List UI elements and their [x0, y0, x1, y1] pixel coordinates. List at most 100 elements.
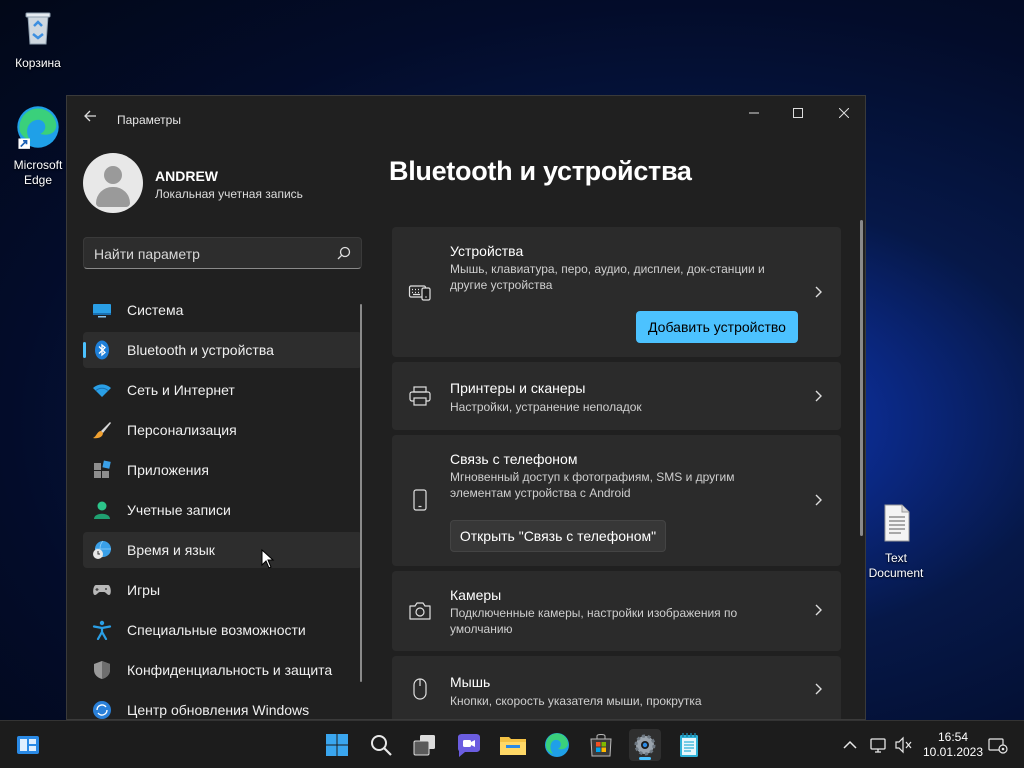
system-icon — [93, 304, 111, 318]
search-icon[interactable] — [337, 246, 351, 260]
card-mouse[interactable]: Мышь Кнопки, скорость указателя мыши, пр… — [392, 656, 841, 719]
mouse-icon — [413, 678, 427, 700]
clock-date: 10.01.2023 — [922, 745, 984, 759]
close-icon — [838, 107, 850, 119]
search-button[interactable] — [365, 729, 397, 761]
sidebar-item-accounts[interactable]: Учетные записи — [83, 492, 362, 528]
close-button[interactable] — [821, 98, 865, 128]
store-button[interactable] — [585, 729, 617, 761]
clock[interactable]: 16:54 10.01.2023 — [920, 730, 986, 760]
sidebar-item-label: Центр обновления Windows — [127, 702, 310, 718]
folder-icon — [500, 737, 526, 755]
keyboard-device-icon — [408, 285, 431, 301]
account-type: Локальная учетная запись — [155, 187, 303, 201]
desktop-icon-text-document[interactable]: Text Document — [861, 503, 931, 581]
sidebar-item-label: Система — [127, 302, 184, 318]
minimize-icon — [749, 112, 759, 114]
mouse-cursor-icon — [261, 549, 275, 569]
card-title: Связь с телефоном — [450, 451, 578, 467]
card-title: Устройства — [450, 243, 524, 259]
open-phone-link-button[interactable]: Открыть "Связь с телефоном" — [450, 520, 666, 552]
sidebar-item-accessibility[interactable]: Специальные возможности — [83, 612, 362, 648]
sidebar-item-system[interactable]: Система — [83, 292, 362, 328]
add-device-button[interactable]: Добавить устройство — [636, 311, 798, 343]
chevron-right-icon — [815, 683, 822, 695]
running-indicator — [639, 757, 651, 760]
desktop-icon-edge[interactable]: Microsoft Edge — [3, 104, 73, 188]
time-language-icon — [93, 540, 111, 559]
search-box[interactable] — [83, 237, 362, 269]
sidebar-item-label: Bluetooth и устройства — [127, 342, 274, 358]
store-icon — [590, 734, 612, 757]
settings-taskbar-button[interactable] — [629, 729, 661, 761]
windows-logo-icon — [326, 734, 348, 756]
card-devices[interactable]: Устройства Мышь, клавиатура, перо, аудио… — [392, 227, 841, 357]
arrow-left-icon — [84, 110, 96, 122]
search-input[interactable] — [94, 244, 324, 264]
camera-icon — [409, 602, 431, 620]
task-view-icon — [413, 735, 435, 756]
card-description: Мышь, клавиатура, перо, аудио, дисплеи, … — [450, 262, 765, 292]
sidebar-item-label: Игры — [127, 582, 161, 598]
chat-icon — [458, 734, 480, 757]
notepad-icon — [680, 733, 698, 757]
start-button[interactable] — [321, 729, 353, 761]
maximize-button[interactable] — [775, 98, 821, 128]
edge-icon — [545, 733, 569, 757]
card-printers-scanners[interactable]: Принтеры и сканеры Настройки, устранение… — [392, 362, 841, 430]
chevron-right-icon — [815, 390, 822, 402]
notification-settings-icon — [988, 738, 1008, 754]
task-view-button[interactable] — [409, 729, 441, 761]
settings-window: Параметры ANDREW Локальная учетная запис… — [66, 95, 866, 720]
page-title: Bluetooth и устройства — [389, 156, 692, 186]
clock-time: 16:54 — [937, 730, 969, 744]
card-phone-link[interactable]: Связь с телефоном Мгновенный доступ к фо… — [392, 435, 841, 566]
sidebar-item-windows-update[interactable]: Центр обновления Windows — [83, 692, 362, 719]
back-button[interactable] — [79, 108, 101, 130]
sidebar-item-label: Специальные возможности — [127, 622, 306, 638]
edge-button[interactable] — [541, 729, 573, 761]
chevron-right-icon — [815, 494, 822, 506]
card-cameras[interactable]: Камеры Подключенные камеры, настройки из… — [392, 571, 841, 651]
notepad-button[interactable] — [673, 729, 705, 761]
wifi-icon — [93, 384, 111, 397]
sidebar-item-time-language[interactable]: Время и язык — [83, 532, 362, 568]
sidebar-item-label: Сеть и Интернет — [127, 382, 235, 398]
card-description: Подключенные камеры, настройки изображен… — [450, 606, 738, 636]
volume-tray-button[interactable] — [888, 729, 920, 761]
printer-icon — [409, 386, 431, 406]
widgets-button[interactable] — [12, 729, 44, 761]
avatar[interactable] — [83, 153, 143, 213]
sidebar-item-label: Время и язык — [127, 542, 215, 558]
desktop-icon-recycle-bin[interactable]: Корзина — [3, 8, 73, 71]
sidebar-item-network[interactable]: Сеть и Интернет — [83, 372, 362, 408]
sidebar-item-gaming[interactable]: Игры — [83, 572, 362, 608]
sidebar-item-privacy[interactable]: Конфиденциальность и защита — [83, 652, 362, 688]
phone-icon — [413, 489, 427, 511]
title-bar[interactable]: Параметры — [67, 96, 865, 144]
active-indicator — [83, 342, 86, 358]
content-scrollbar[interactable] — [860, 220, 863, 536]
sidebar-item-label: Приложения — [127, 462, 209, 478]
sidebar-scrollbar[interactable] — [360, 304, 362, 682]
volume-muted-icon — [895, 736, 912, 754]
apps-icon — [94, 460, 111, 478]
account-icon — [94, 501, 110, 519]
sidebar-item-personalization[interactable]: Персонализация — [83, 412, 362, 448]
sidebar-item-label: Конфиденциальность и защита — [127, 662, 333, 678]
card-description: Настройки, устранение неполадок — [450, 400, 642, 414]
chevron-right-icon — [815, 286, 822, 298]
sidebar-item-apps[interactable]: Приложения — [83, 452, 362, 488]
notifications-button[interactable] — [982, 729, 1014, 761]
accessibility-icon — [92, 620, 112, 640]
card-description: Кнопки, скорость указателя мыши, прокрут… — [450, 694, 702, 708]
minimize-button[interactable] — [731, 98, 777, 128]
sidebar-item-bluetooth[interactable]: Bluetooth и устройства — [83, 332, 362, 368]
user-name: ANDREW — [155, 168, 218, 184]
text-document-icon — [884, 504, 910, 542]
chat-button[interactable] — [453, 729, 485, 761]
recycle-bin-icon — [25, 12, 51, 45]
avatar-head — [104, 166, 122, 184]
file-explorer-button[interactable] — [497, 729, 529, 761]
update-icon — [93, 701, 111, 719]
